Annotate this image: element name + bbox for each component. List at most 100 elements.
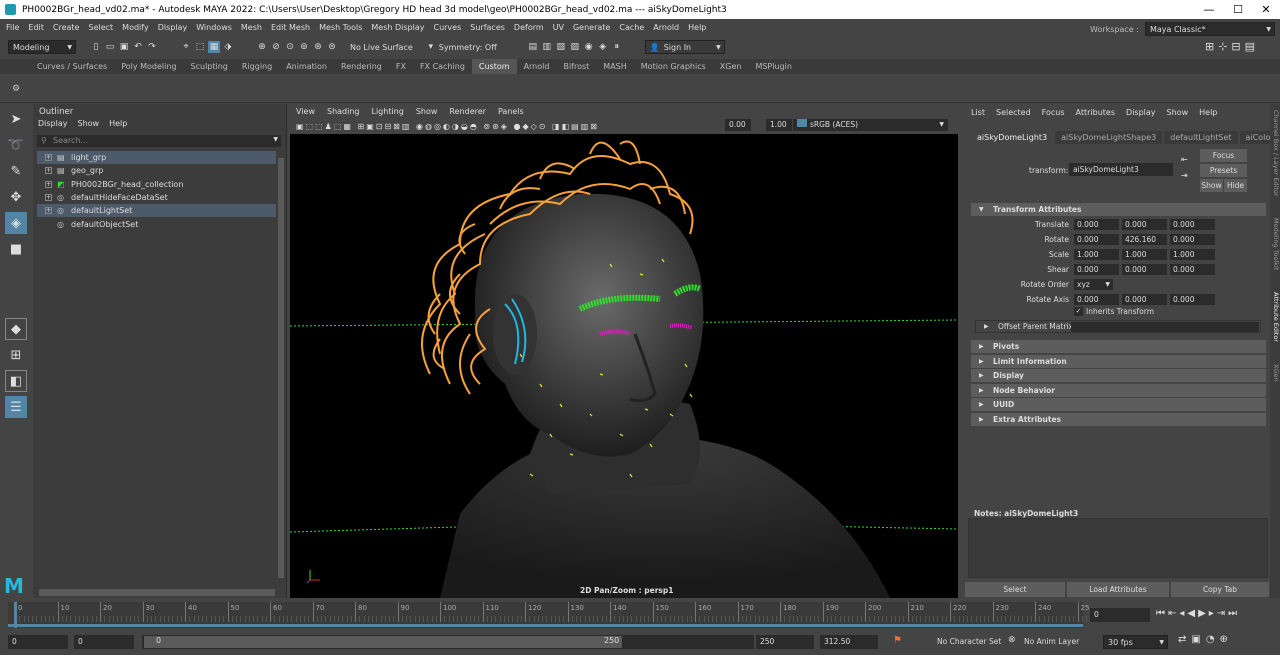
- side-tab-attribute-editor[interactable]: Attribute Editor: [1272, 292, 1280, 362]
- viewport-menu-renderer[interactable]: Renderer: [449, 107, 486, 116]
- minimize-icon[interactable]: —: [1195, 0, 1223, 19]
- symmetry-dropdown-icon[interactable]: ▾: [425, 41, 437, 53]
- expand-icon[interactable]: +: [45, 207, 52, 215]
- lock-selection-icon[interactable]: ⬗: [222, 41, 234, 53]
- outliner-item[interactable]: + ▤ geo_grp: [37, 164, 279, 177]
- menu-curves[interactable]: Curves: [433, 23, 461, 32]
- open-scene-icon[interactable]: ▭: [104, 41, 116, 53]
- rotate-tool-icon[interactable]: ◈: [5, 212, 27, 234]
- rotate-z-field[interactable]: 0.000: [1170, 234, 1215, 245]
- close-icon[interactable]: ✕: [1252, 0, 1280, 19]
- rotate-order-dropdown[interactable]: xyz ▼: [1074, 279, 1113, 290]
- rotate-y-field[interactable]: 426.160: [1122, 234, 1167, 245]
- ae-menu-attributes[interactable]: Attributes: [1076, 108, 1116, 117]
- ae-tab[interactable]: aiSkyDomeLightShape3: [1055, 131, 1163, 144]
- shear-y-field[interactable]: 0.000: [1122, 264, 1167, 275]
- translate-y-field[interactable]: 0.000: [1122, 219, 1167, 230]
- scale-z-field[interactable]: 1.000: [1170, 249, 1215, 260]
- show-button[interactable]: Show: [1200, 179, 1223, 192]
- select-tool-icon[interactable]: ➤: [5, 108, 27, 130]
- outliner-scrollbar[interactable]: [276, 148, 285, 588]
- shelf-tab-mash[interactable]: MASH: [596, 59, 633, 74]
- select-hierarchy-icon[interactable]: ⌖: [180, 41, 192, 53]
- ae-tab[interactable]: aiSkyDomeLight3: [971, 131, 1054, 144]
- snap-curve-icon[interactable]: ⊘: [270, 41, 282, 53]
- outliner-layout-icon[interactable]: ☰: [5, 396, 27, 418]
- transform-name-field[interactable]: aiSkyDomeLight3: [1069, 163, 1173, 176]
- live-surface-field[interactable]: No Live Surface: [350, 43, 413, 52]
- menu-mesh[interactable]: Mesh: [241, 23, 262, 32]
- exposure-field[interactable]: 0.00: [725, 119, 751, 131]
- snap-grid-icon[interactable]: ⊕: [256, 41, 268, 53]
- colorspace-dropdown[interactable]: sRGB (ACES) ▼: [793, 119, 948, 131]
- inherits-transform-checkbox[interactable]: ✓ Inherits Transform: [1074, 307, 1154, 316]
- snap-view-icon[interactable]: ⊚: [298, 41, 310, 53]
- viewport-menu-lighting[interactable]: Lighting: [371, 107, 403, 116]
- transform-attributes-section[interactable]: Transform Attributes: [971, 203, 1266, 216]
- viewport-menu-panels[interactable]: Panels: [498, 107, 524, 116]
- anim-layer-field[interactable]: No Anim Layer: [1024, 637, 1079, 646]
- rotate-axis-z-field[interactable]: 0.000: [1170, 294, 1215, 305]
- ipr-render-icon[interactable]: ▧: [555, 41, 567, 53]
- menu-deform[interactable]: Deform: [514, 23, 544, 32]
- menu-generate[interactable]: Generate: [573, 23, 610, 32]
- hide-button[interactable]: Hide: [1224, 179, 1247, 192]
- select-component-icon[interactable]: ▦: [208, 41, 220, 53]
- range-slider-handle[interactable]: [144, 636, 622, 648]
- viewport-menu-shading[interactable]: Shading: [327, 107, 360, 116]
- viewport-tool-icons[interactable]: ▣⬚⬚♟⬚▦ ⊞▣⊡⊟⊠▥ ◉◍◎◐◑◒◓ ⊚⊛◈ ●◆◇⊙ ◨◧▤▥⊠: [296, 122, 599, 131]
- offset-parent-matrix-field[interactable]: [1071, 322, 1259, 332]
- focus-button[interactable]: Focus: [1200, 149, 1247, 162]
- current-frame-field[interactable]: 0: [1090, 608, 1150, 622]
- new-scene-icon[interactable]: ▯: [90, 41, 102, 53]
- redo-icon[interactable]: ↷: [146, 41, 158, 53]
- save-scene-icon[interactable]: ▣: [118, 41, 130, 53]
- menu-select[interactable]: Select: [88, 23, 113, 32]
- panel-layout-icons[interactable]: ⊞⊹⊟▤: [1205, 40, 1259, 53]
- two-view-layout-icon[interactable]: ◧: [5, 370, 27, 392]
- outliner-item[interactable]: + ◎ defaultLightSet: [37, 204, 279, 218]
- pause-icon[interactable]: ⏸: [611, 41, 623, 53]
- side-tab-xgen[interactable]: XGen: [1272, 364, 1280, 394]
- menu-arnold[interactable]: Arnold: [653, 23, 679, 32]
- shelf-tab-motion-graphics[interactable]: Motion Graphics: [634, 59, 713, 74]
- notes-field[interactable]: [968, 518, 1268, 578]
- outliner-menu-display[interactable]: Display: [38, 119, 68, 128]
- viewport-menu-show[interactable]: Show: [416, 107, 438, 116]
- section-limit-information[interactable]: Limit Information: [971, 354, 1266, 368]
- menu-uv[interactable]: UV: [553, 23, 564, 32]
- ae-tab[interactable]: defaultLightSet: [1164, 131, 1238, 144]
- menu-edit[interactable]: Edit: [28, 23, 44, 32]
- expand-icon[interactable]: +: [45, 180, 52, 188]
- lasso-tool-icon[interactable]: ➰: [5, 134, 27, 156]
- playback-start-field[interactable]: 0: [74, 635, 134, 649]
- scrollbar-thumb[interactable]: [278, 158, 284, 578]
- snap-pivot-icon[interactable]: ⊜: [326, 41, 338, 53]
- four-view-layout-icon[interactable]: ⊞: [5, 344, 27, 366]
- ae-menu-list[interactable]: List: [971, 108, 985, 117]
- maximize-icon[interactable]: ☐: [1224, 0, 1252, 19]
- playback-end-field[interactable]: 250: [756, 635, 814, 649]
- translate-z-field[interactable]: 0.000: [1170, 219, 1215, 230]
- shelf-tab-fx[interactable]: FX: [389, 59, 413, 74]
- playback-controls[interactable]: ⏮⇤◂◀▶▸⇥⏭: [1156, 608, 1240, 619]
- menu-set-dropdown[interactable]: Modeling: [8, 40, 76, 54]
- ae-menu-help[interactable]: Help: [1199, 108, 1217, 117]
- section-extra-attributes[interactable]: Extra Attributes: [971, 413, 1266, 426]
- menu-modify[interactable]: Modify: [122, 23, 149, 32]
- shelf-tab-xgen[interactable]: XGen: [713, 59, 749, 74]
- scale-y-field[interactable]: 1.000: [1122, 249, 1167, 260]
- shelf-tab-bifrost[interactable]: Bifrost: [556, 59, 596, 74]
- sign-in-dropdown[interactable]: 👤 Sign In: [644, 40, 725, 54]
- menu-mesh-display[interactable]: Mesh Display: [371, 23, 424, 32]
- menu-mesh-tools[interactable]: Mesh Tools: [319, 23, 362, 32]
- menu-edit-mesh[interactable]: Edit Mesh: [271, 23, 310, 32]
- copy-tab-button[interactable]: Copy Tab: [1171, 582, 1269, 597]
- menu-cache[interactable]: Cache: [619, 23, 644, 32]
- focus-connections-icon[interactable]: ⇤: [1181, 155, 1188, 164]
- focus-input-icon[interactable]: ⇥: [1181, 171, 1188, 180]
- shelf-tab-animation[interactable]: Animation: [279, 59, 334, 74]
- expand-icon[interactable]: +: [45, 167, 52, 175]
- range-slider[interactable]: 0 250: [142, 635, 754, 649]
- outliner-item[interactable]: + ◎ defaultHideFaceDataSet: [37, 191, 279, 204]
